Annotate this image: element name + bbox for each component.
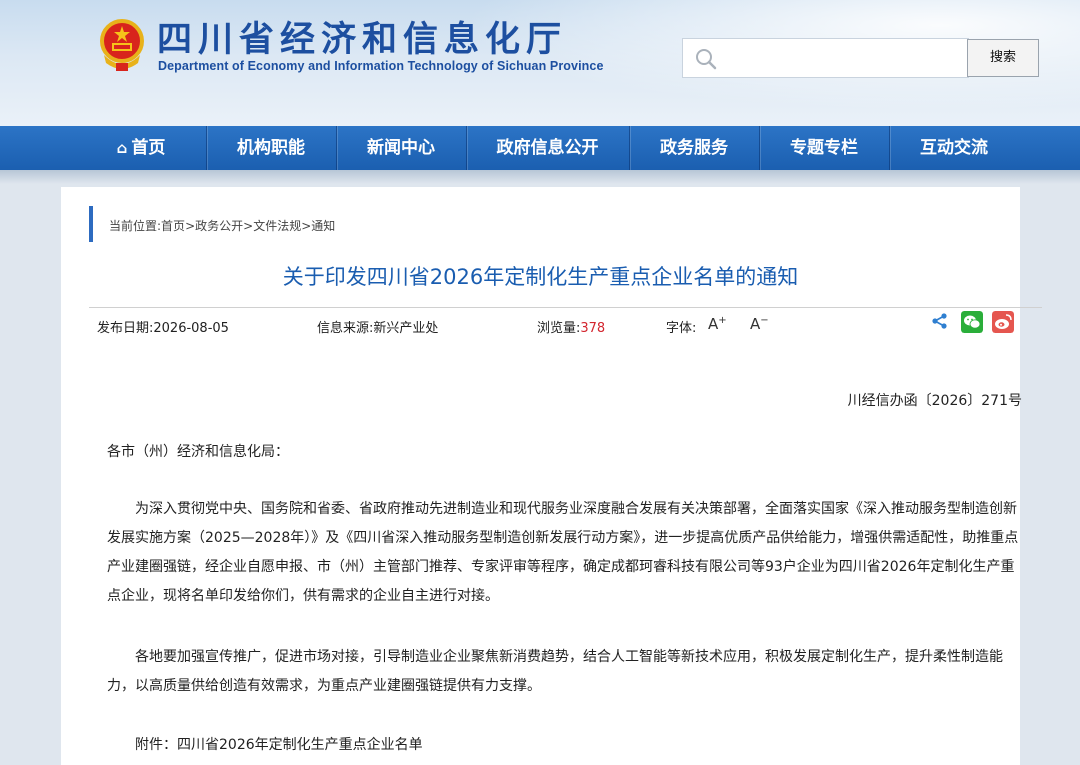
view-count-value: 378 <box>580 321 606 336</box>
font-decrease-label: A <box>750 315 761 333</box>
site-header: 四川省经济和信息化厅 Department of Economy and Inf… <box>0 0 1080 126</box>
meta-divider <box>89 307 1042 308</box>
weibo-icon[interactable] <box>992 311 1014 333</box>
breadcrumb-link-notices[interactable]: 通知 <box>311 219 335 233</box>
site-subtitle: Department of Economy and Information Te… <box>158 59 604 73</box>
nav-item-label: 政务服务 <box>660 138 728 158</box>
breadcrumb-link-documents[interactable]: 文件法规 <box>253 219 301 233</box>
search-icon <box>696 49 717 70</box>
nav-item-gov-info[interactable]: 政府信息公开 <box>466 126 629 170</box>
font-decrease-button[interactable]: A− <box>750 315 769 333</box>
nav-item-label: 新闻中心 <box>367 138 435 158</box>
wechat-icon[interactable] <box>961 311 983 333</box>
main-nav: ⌂ 首页 机构职能 新闻中心 政府信息公开 政务服务 专题专栏 互动交流 <box>0 126 1080 170</box>
nav-item-label: 互动交流 <box>920 138 988 158</box>
nav-item-interaction[interactable]: 互动交流 <box>889 126 1019 170</box>
plus-icon: + <box>718 315 727 326</box>
search-box[interactable] <box>682 38 969 78</box>
breadcrumb-separator: > <box>243 219 254 233</box>
view-count: 浏览量:378 <box>537 317 605 336</box>
minus-icon: − <box>760 315 769 326</box>
nav-item-services[interactable]: 政务服务 <box>629 126 759 170</box>
article-title: 关于印发四川省2026年定制化生产重点企业名单的通知 <box>282 265 799 289</box>
share-icon[interactable] <box>930 311 950 331</box>
nav-item-label: 机构职能 <box>237 138 305 158</box>
breadcrumb-separator: > <box>301 219 312 233</box>
nav-shadow <box>0 170 1080 184</box>
attachment-line[interactable]: 附件：四川省2026年定制化生产重点企业名单 <box>107 731 1025 760</box>
nav-item-label: 政府信息公开 <box>496 138 599 158</box>
breadcrumb-prefix: 当前位置: <box>109 219 162 233</box>
font-size-label: 字体: <box>666 321 697 336</box>
nav-item-home[interactable]: ⌂ 首页 <box>76 126 206 170</box>
body-paragraph-1: 为深入贯彻党中央、国务院和省委、省政府推动先进制造业和现代服务业深度融合发展有关… <box>107 501 1019 604</box>
search-button[interactable]: 搜索 <box>967 39 1039 77</box>
national-emblem-icon <box>100 19 144 71</box>
search-input[interactable] <box>725 45 960 71</box>
breadcrumb-separator: > <box>185 219 196 233</box>
breadcrumb-link-gov-affairs[interactable]: 政务公开 <box>195 219 243 233</box>
article-card: 当前位置:首页>政务公开>文件法规>通知 关于印发四川省2026年定制化生产重点… <box>61 187 1042 765</box>
salutation: 各市（州）经济和信息化局： <box>107 444 289 460</box>
nav-item-label: 专题专栏 <box>790 138 858 158</box>
nav-item-news[interactable]: 新闻中心 <box>336 126 466 170</box>
breadcrumb-marker <box>89 206 93 242</box>
nav-item-functions[interactable]: 机构职能 <box>206 126 336 170</box>
breadcrumb-link-home[interactable]: 首页 <box>161 219 185 233</box>
view-count-label: 浏览量: <box>537 321 581 336</box>
font-increase-button[interactable]: A+ <box>708 315 727 333</box>
home-icon: ⌂ <box>116 139 128 157</box>
nav-item-topics[interactable]: 专题专栏 <box>759 126 889 170</box>
publish-date: 发布日期:2026-08-05 <box>97 321 229 336</box>
breadcrumb: 当前位置:首页>政务公开>文件法规>通知 <box>109 217 335 234</box>
info-source: 信息来源:新兴产业处 <box>317 321 439 336</box>
nav-item-label: 首页 <box>131 138 166 158</box>
site-title: 四川省经济和信息化厅 <box>157 20 568 60</box>
body-paragraph-2: 各地要加强宣传推广，促进市场对接，引导制造业企业聚焦新消费趋势，结合人工智能等新… <box>107 649 1003 694</box>
document-number: 川经信办函〔2026〕271号 <box>847 393 1022 409</box>
font-increase-label: A <box>708 315 719 333</box>
